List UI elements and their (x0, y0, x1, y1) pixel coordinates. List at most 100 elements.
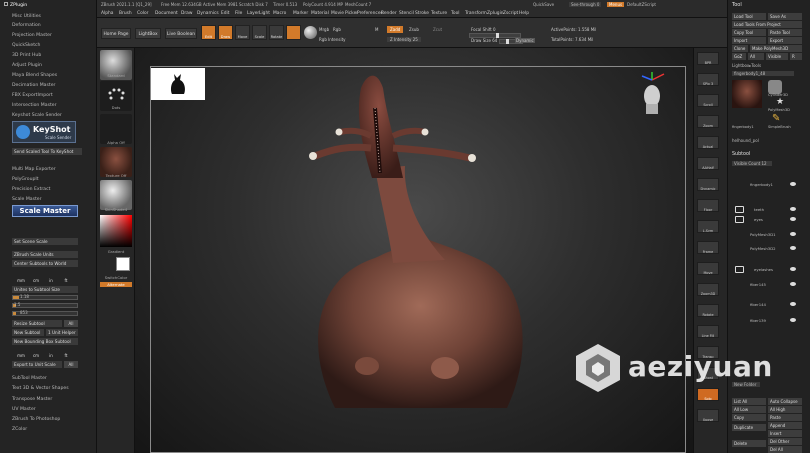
dock-button-zoom3d[interactable]: Zoom3D (697, 283, 719, 296)
copy-subtool-button[interactable]: Copy (732, 414, 766, 421)
folder-icon[interactable] (735, 206, 744, 213)
menu-render[interactable]: Render (381, 11, 397, 16)
menu-zplugin[interactable]: Zplugin (487, 11, 504, 16)
visibility-eye-icon[interactable] (790, 282, 796, 286)
menu-marker[interactable]: Marker (293, 11, 308, 16)
del-other-button[interactable]: Del Other (768, 438, 802, 445)
unit-mm[interactable]: mm (14, 277, 28, 284)
plugin-deformation[interactable]: Deformation (12, 22, 102, 30)
plugin-uv-master[interactable]: UV Master (12, 406, 102, 414)
clone-button[interactable]: Clone (732, 45, 748, 52)
alternate-button[interactable]: Alternate (100, 282, 132, 287)
subtool-row[interactable]: fiber145 (732, 280, 802, 289)
visibility-eye-icon[interactable] (790, 318, 796, 322)
center-subtools-button[interactable]: Center Subtools to World (12, 260, 78, 267)
live-boolean-button[interactable]: Live Boolean (165, 28, 197, 39)
visibility-eye-icon[interactable] (790, 182, 796, 186)
unit-cm[interactable]: cm (29, 277, 43, 284)
scale-mode-button[interactable]: Scale (252, 25, 267, 40)
menus-toggle[interactable]: Menus (607, 2, 625, 7)
menu-edit[interactable]: Edit (221, 11, 230, 16)
dock-button-bpr[interactable]: BPR (697, 52, 719, 65)
insert-button[interactable]: Insert (768, 430, 802, 437)
star-icon[interactable]: ★ (776, 97, 786, 107)
plugin-adjust[interactable]: Adjust Plugin (12, 62, 102, 70)
zcut-button[interactable]: Zcut (433, 27, 442, 32)
menu-document[interactable]: Document (155, 11, 178, 16)
goz-r-button[interactable]: R (790, 53, 802, 60)
menu-stencil[interactable]: Stencil (399, 11, 414, 16)
dock-button-zoom[interactable]: Zoom (697, 115, 719, 128)
all-high-button[interactable]: All High (768, 406, 802, 413)
visibility-eye-icon[interactable] (790, 232, 796, 236)
plugin-multi-map-exporter[interactable]: Multi Map Exporter (12, 166, 102, 174)
simplebrush-icon[interactable]: ✎ (772, 113, 784, 125)
subtool-header[interactable]: Subtool (732, 152, 750, 157)
all-low-button[interactable]: All Low (732, 406, 766, 413)
export-to-unit-scale-button[interactable]: Export to Unit Scale (12, 361, 62, 368)
unit-helper-button[interactable]: 1 Unit Helper (46, 329, 78, 336)
lightbox-tools-button[interactable]: Lightbox▸Tools (732, 63, 761, 68)
plugin-scale-master[interactable]: Scale Master (12, 196, 102, 204)
menu-tool[interactable]: Tool (451, 11, 460, 16)
dock-button-scroll[interactable]: Scroll (697, 94, 719, 107)
dock-button-floor[interactable]: Floor (697, 199, 719, 212)
menu-layer[interactable]: Layer (247, 11, 259, 16)
material-preview-icon[interactable] (304, 26, 317, 39)
zplugin-header[interactable]: ZPlugin (4, 2, 94, 10)
plugin-fbx-export-import[interactable]: FBX ExportImport (12, 92, 102, 100)
delete-button[interactable]: Delete (732, 440, 766, 447)
mrgb-button[interactable]: Mrgb (319, 27, 329, 32)
plugin-polygroupit[interactable]: PolyGroupIt (12, 176, 102, 184)
export-unit-cm[interactable]: cm (29, 352, 43, 359)
menu-brush[interactable]: Brush (119, 11, 132, 16)
zadd-button[interactable]: Zadd (387, 26, 404, 33)
color-picker[interactable] (100, 215, 132, 247)
menu-light[interactable]: Light (259, 11, 270, 16)
resize-subtool-button[interactable]: Resize Subtool (12, 320, 62, 327)
dock-button-rotate[interactable]: Rotate (697, 304, 719, 317)
load-tools-from-project-button[interactable]: Load Tools From Project (732, 21, 802, 28)
rgb-button[interactable]: Rgb (333, 27, 341, 32)
paste-subtool-button[interactable]: Paste (768, 414, 802, 421)
unit-in[interactable]: in (44, 277, 58, 284)
menu-transform[interactable]: Transform (465, 11, 487, 16)
del-all-button[interactable]: Del All (768, 446, 802, 453)
lightbox-button[interactable]: LightBox (135, 28, 161, 39)
goz-button[interactable]: GoZ (732, 53, 746, 60)
dock-button-dynamic-persp[interactable]: Dynamic Persp (697, 178, 719, 191)
plugin-text-3d[interactable]: Text 3D & Vector Shapes (12, 385, 102, 393)
subtool-row[interactable]: PolyMesh3D2 (732, 244, 802, 253)
menu-stroke[interactable]: Stroke (415, 11, 429, 16)
menu-zscript[interactable]: Zscript (503, 11, 518, 16)
menu-texture[interactable]: Texture (431, 11, 447, 16)
quicksave-button[interactable]: QuickSave (533, 2, 554, 7)
subtool-row[interactable]: teeth (732, 205, 802, 214)
load-tool-button[interactable]: Load Tool (732, 13, 766, 20)
menu-material[interactable]: Material (311, 11, 329, 16)
menu-draw[interactable]: Draw (181, 11, 192, 16)
unit-ft[interactable]: ft (59, 277, 73, 284)
resize-all-button[interactable]: All (64, 320, 78, 327)
plugin-intersection-master[interactable]: Intersection Master (12, 102, 102, 110)
append-button[interactable]: Append (768, 422, 802, 429)
folder-icon[interactable] (735, 216, 744, 223)
dock-button-line-fill-polyf[interactable]: Line Fill PolyF (697, 325, 719, 338)
send-to-keyshot-button[interactable]: Send Scaled Tool To KeyShot (12, 148, 82, 155)
menu-file[interactable]: File (235, 11, 242, 16)
menu-alpha[interactable]: Alpha (101, 11, 113, 16)
dock-button-move[interactable]: Move (697, 262, 719, 275)
visible-count-slider[interactable]: Visible Count 12 (732, 161, 772, 166)
paste-tool-button[interactable]: Paste Tool (768, 29, 802, 36)
menu-movie[interactable]: Movie (331, 11, 344, 16)
subtool-row[interactable]: PolyMesh3D1 (732, 230, 802, 239)
export-unit-in[interactable]: in (44, 352, 58, 359)
plugin-keyshot-scale-sender[interactable]: Keyshot Scale Sender (12, 112, 102, 120)
subtool-row[interactable]: eyes (732, 215, 802, 224)
dock-button-spix-3[interactable]: SPix 3 (697, 73, 719, 86)
goz-visible-button[interactable]: Visible (766, 53, 788, 60)
plugin-3d-print-hub[interactable]: 3D Print Hub (12, 52, 102, 60)
zbrush-scale-units-button[interactable]: ZBrush Scale Units (12, 251, 78, 258)
subtool-row[interactable]: fiber139 (732, 316, 802, 325)
menu-color[interactable]: Color (137, 11, 148, 16)
